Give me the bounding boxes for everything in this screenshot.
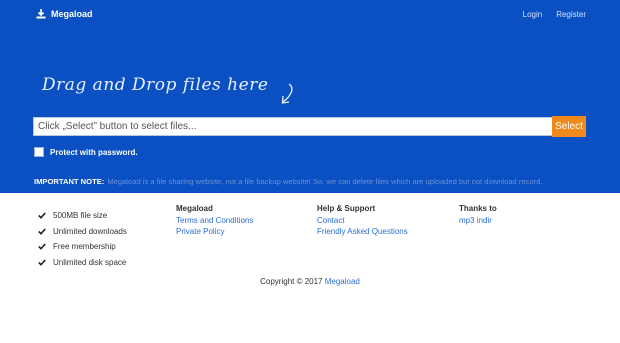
footer-col-title: Help & Support (317, 204, 376, 213)
download-tray-icon (36, 9, 46, 19)
protect-label: Protect with password. (50, 147, 138, 157)
footer-col-title: Thanks to (459, 204, 497, 213)
feature-item: Unlimited downloads (38, 224, 127, 240)
register-link[interactable]: Register (556, 10, 586, 19)
protect-password-option[interactable]: Protect with password. (34, 147, 138, 157)
feature-item: 500MB file size (38, 208, 127, 224)
checkmark-icon (38, 228, 46, 235)
feature-item: Unlimited disk space (38, 255, 127, 271)
privacy-link[interactable]: Private Policy (176, 226, 253, 237)
copyright-text: Copyright © 2017 (260, 277, 323, 286)
footer-col-title: Megaload (176, 204, 213, 213)
footer-col-thanks: Thanks to mp3 indir (459, 204, 497, 226)
faq-link[interactable]: Friendly Asked Questions (317, 226, 408, 237)
brand-logo[interactable]: Megaload (36, 9, 93, 19)
note-text: Megaload is a file sharing website, not … (107, 177, 543, 186)
protect-checkbox[interactable] (34, 147, 44, 157)
note-label: IMPORTANT NOTE: (34, 177, 105, 186)
copyright: Copyright © 2017 Megaload (0, 277, 620, 286)
checkmark-icon (38, 259, 46, 266)
file-select-input[interactable]: Click „Select” button to select files... (33, 117, 553, 136)
login-link[interactable]: Login (523, 10, 543, 19)
footer-col-megaload: Megaload Terms and Conditions Private Po… (176, 204, 253, 237)
contact-link[interactable]: Contact (317, 215, 408, 226)
terms-link[interactable]: Terms and Conditions (176, 215, 253, 226)
feature-label: Unlimited disk space (53, 257, 127, 267)
checkmark-icon (38, 212, 46, 220)
feature-item: Free membership (38, 239, 127, 255)
curved-arrow-icon (281, 83, 293, 104)
hero-section: Megaload Login Register Drag and Drop fi… (0, 0, 620, 193)
thanks-link[interactable]: mp3 indir (459, 215, 497, 226)
top-nav: Login Register (523, 10, 586, 19)
footer-col-help: Help & Support Contact Friendly Asked Qu… (317, 204, 408, 237)
select-button[interactable]: Select (552, 116, 586, 137)
brand-name: Megaload (51, 9, 93, 19)
checkmark-icon (38, 243, 46, 251)
drag-drop-text: Drag and Drop files here (42, 75, 269, 95)
copyright-link[interactable]: Megaload (325, 277, 360, 286)
feature-list: 500MB file size Unlimited downloads Free… (38, 208, 127, 270)
feature-label: Free membership (53, 242, 116, 252)
feature-label: Unlimited downloads (53, 226, 127, 236)
feature-label: 500MB file size (53, 211, 108, 221)
important-note: IMPORTANT NOTE: Megaload is a file sharin… (34, 177, 543, 186)
